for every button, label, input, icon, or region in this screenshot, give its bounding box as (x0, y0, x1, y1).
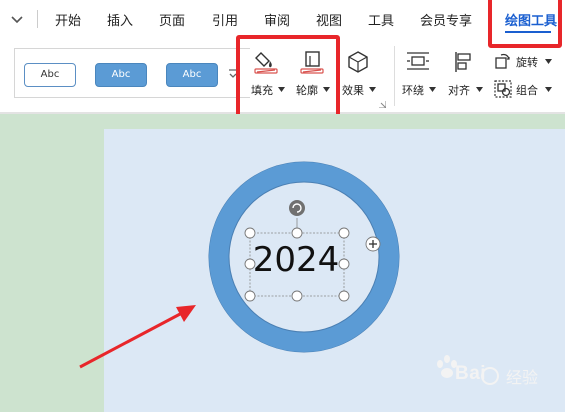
resize-handle-s[interactable] (291, 290, 303, 302)
annotation-arrow-line (79, 311, 183, 369)
watermark-brand: Bai (455, 363, 487, 384)
resize-handle-n[interactable] (291, 227, 303, 239)
resize-handle-nw[interactable] (244, 227, 256, 239)
resize-handle-sw[interactable] (244, 290, 256, 302)
text-box-content[interactable]: 2024 (250, 240, 342, 280)
drawing-layer (79, 161, 499, 385)
resize-handle-ne[interactable] (338, 227, 350, 239)
watermark-suffix: 经验 (506, 368, 539, 387)
rotate-handle-icon[interactable] (289, 200, 305, 216)
resize-handle-se[interactable] (338, 290, 350, 302)
